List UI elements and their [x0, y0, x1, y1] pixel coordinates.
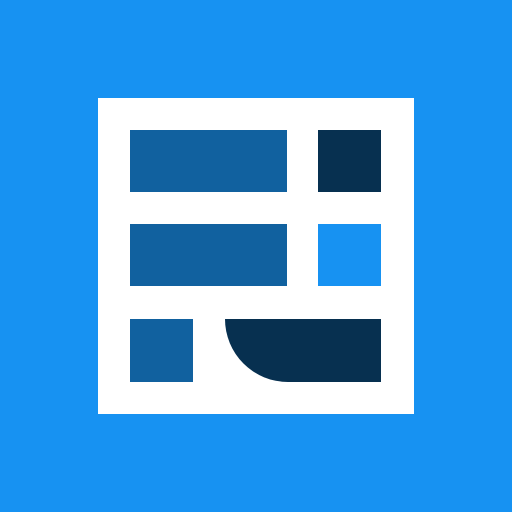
small-cell-row1	[318, 130, 381, 192]
rounded-cell-row3	[225, 319, 381, 382]
app-icon-background	[0, 0, 512, 512]
wide-cell-row2	[130, 224, 287, 286]
small-cell-row2	[318, 224, 381, 286]
small-cell-row3	[130, 319, 193, 382]
wide-cell-row1	[130, 130, 287, 192]
table-frame	[98, 98, 414, 414]
